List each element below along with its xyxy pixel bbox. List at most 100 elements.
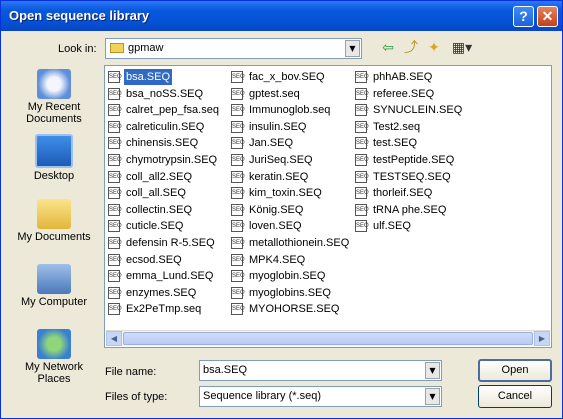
place-desktop[interactable]: Desktop	[11, 134, 97, 182]
places-bar: My Recent Documents Desktop My Documents…	[11, 65, 97, 397]
my-documents-icon	[37, 199, 71, 229]
chevron-down-icon[interactable]: ▼	[425, 388, 440, 405]
file-name: referee.SEQ	[373, 87, 435, 100]
file-name: MYOHORSE.SEQ	[249, 303, 340, 316]
file-name: loven.SEQ	[249, 220, 302, 233]
file-name: ulf.SEQ	[373, 220, 411, 233]
file-name: Test2.seq	[373, 120, 421, 133]
sequence-file-icon: SEQ	[231, 71, 245, 83]
desktop-icon	[35, 134, 73, 168]
file-name: SYNUCLEIN.SEQ	[373, 104, 463, 117]
sequence-file-icon: SEQ	[108, 137, 122, 150]
close-button[interactable]: ✕	[537, 6, 558, 27]
file-name: coll_all2.SEQ	[126, 170, 193, 183]
file-name: bsa.SEQ	[124, 69, 173, 85]
file-name: kim_toxin.SEQ	[249, 187, 322, 200]
place-label: My Documents	[17, 231, 91, 243]
look-in-value: gpmaw	[128, 42, 164, 54]
network-places-icon	[37, 329, 71, 359]
sequence-file-icon: SEQ	[108, 220, 122, 233]
new-folder-icon[interactable]: ✦	[424, 39, 444, 57]
open-button[interactable]: Open	[478, 359, 552, 382]
chevron-down-icon[interactable]: ▼	[425, 362, 440, 379]
close-icon: ✕	[541, 8, 554, 24]
place-my-network-places[interactable]: My Network Places	[11, 329, 97, 385]
file-name: test.SEQ	[373, 137, 418, 150]
file-name: gptest.seq	[249, 87, 300, 100]
files-of-type-dropdown[interactable]: Sequence library (*.seq) ▼	[199, 386, 442, 407]
file-name: keratin.SEQ	[249, 170, 309, 183]
file-name: enzymes.SEQ	[126, 286, 197, 299]
chevron-down-icon[interactable]: ▼	[345, 40, 360, 57]
file-name: insulin.SEQ	[249, 120, 307, 133]
back-icon[interactable]: ⇦	[378, 39, 398, 57]
sequence-file-icon: SEQ	[355, 187, 369, 200]
file-name: phhAB.SEQ	[373, 71, 433, 83]
sequence-file-icon: SEQ	[231, 187, 245, 200]
sequence-file-icon: SEQ	[231, 286, 245, 299]
recent-documents-icon	[37, 69, 71, 99]
sequence-file-icon: SEQ	[108, 270, 122, 283]
file-name-input[interactable]: bsa.SEQ ▼	[199, 360, 442, 381]
up-folder-icon[interactable]: ⤴	[401, 39, 421, 57]
sequence-file-icon: SEQ	[355, 137, 369, 150]
cancel-button[interactable]: Cancel	[478, 385, 552, 408]
file-name: myoglobin.SEQ	[249, 270, 326, 283]
place-label: My Computer	[20, 296, 88, 308]
file-name-label: File name:	[105, 366, 157, 378]
horizontal-scrollbar[interactable]: ◀ ▶	[106, 330, 550, 346]
file-name: chinensis.SEQ	[126, 137, 199, 150]
look-in-dropdown[interactable]: gpmaw ▼	[105, 38, 362, 59]
sequence-file-icon: SEQ	[108, 237, 122, 249]
sequence-file-icon: SEQ	[231, 270, 245, 283]
place-my-documents[interactable]: My Documents	[11, 199, 97, 243]
sequence-file-icon: SEQ	[231, 104, 245, 117]
file-name: Jan.SEQ	[249, 137, 294, 150]
scrollbar-thumb[interactable]	[123, 332, 533, 345]
file-name: myoglobins.SEQ	[249, 286, 331, 299]
open-dialog: Open sequence library ? ✕ Look in: gpmaw…	[0, 0, 563, 419]
file-name: bsa_noSS.SEQ	[126, 87, 204, 100]
sequence-file-icon: SEQ	[231, 253, 245, 266]
file-name: Ex2PeTmp.seq	[126, 303, 202, 316]
file-name: ecsod.SEQ	[126, 253, 182, 266]
file-name: thorleif.SEQ	[373, 187, 433, 200]
sequence-file-icon: SEQ	[231, 220, 245, 233]
sequence-file-icon: SEQ	[108, 154, 122, 166]
dialog-title: Open sequence library	[9, 8, 150, 23]
place-label: Desktop	[33, 170, 75, 182]
sequence-file-icon: SEQ	[355, 203, 369, 216]
scroll-right-button[interactable]: ▶	[534, 331, 550, 346]
sequence-file-icon: SEQ	[231, 237, 245, 249]
view-menu-icon[interactable]: ▦▾	[449, 39, 475, 57]
file-name: cuticle.SEQ	[126, 220, 184, 233]
file-name: TESTSEQ.SEQ	[373, 170, 451, 183]
sequence-file-icon: SEQ	[231, 154, 245, 166]
place-my-computer[interactable]: My Computer	[11, 264, 97, 308]
file-name-value: bsa.SEQ	[203, 364, 248, 376]
scroll-left-button[interactable]: ◀	[106, 331, 122, 346]
sequence-file-icon: SEQ	[355, 120, 369, 133]
file-name: JuriSeq.SEQ	[249, 154, 313, 166]
sequence-file-icon: SEQ	[108, 303, 122, 316]
sequence-file-icon: SEQ	[108, 187, 122, 200]
sequence-file-icon: SEQ	[231, 203, 245, 216]
sequence-file-icon: SEQ	[108, 87, 122, 100]
file-name: König.SEQ	[249, 203, 304, 216]
place-my-recent-documents[interactable]: My Recent Documents	[11, 69, 97, 125]
place-label: My Network	[24, 361, 84, 373]
title-bar[interactable]: Open sequence library ? ✕	[1, 1, 562, 31]
sequence-file-icon: SEQ	[231, 87, 245, 100]
help-button[interactable]: ?	[513, 6, 534, 27]
file-name: chymotrypsin.SEQ	[126, 154, 218, 166]
files-of-type-value: Sequence library (*.seq)	[203, 390, 322, 402]
sequence-file-icon: SEQ	[108, 286, 122, 299]
my-computer-icon	[37, 264, 71, 294]
file-name: metallothionein.SEQ	[249, 237, 350, 249]
sequence-file-icon: SEQ	[355, 154, 369, 166]
file-list[interactable]: SEQ ulf.SEQ SEQ tRNA phe.SEQ SEQ thorleif.SEQ…	[104, 65, 552, 348]
file-name: MPK4.SEQ	[249, 253, 306, 266]
sequence-file-icon: SEQ	[108, 253, 122, 266]
help-icon: ?	[519, 8, 528, 24]
sequence-file-icon: SEQ	[108, 104, 122, 117]
